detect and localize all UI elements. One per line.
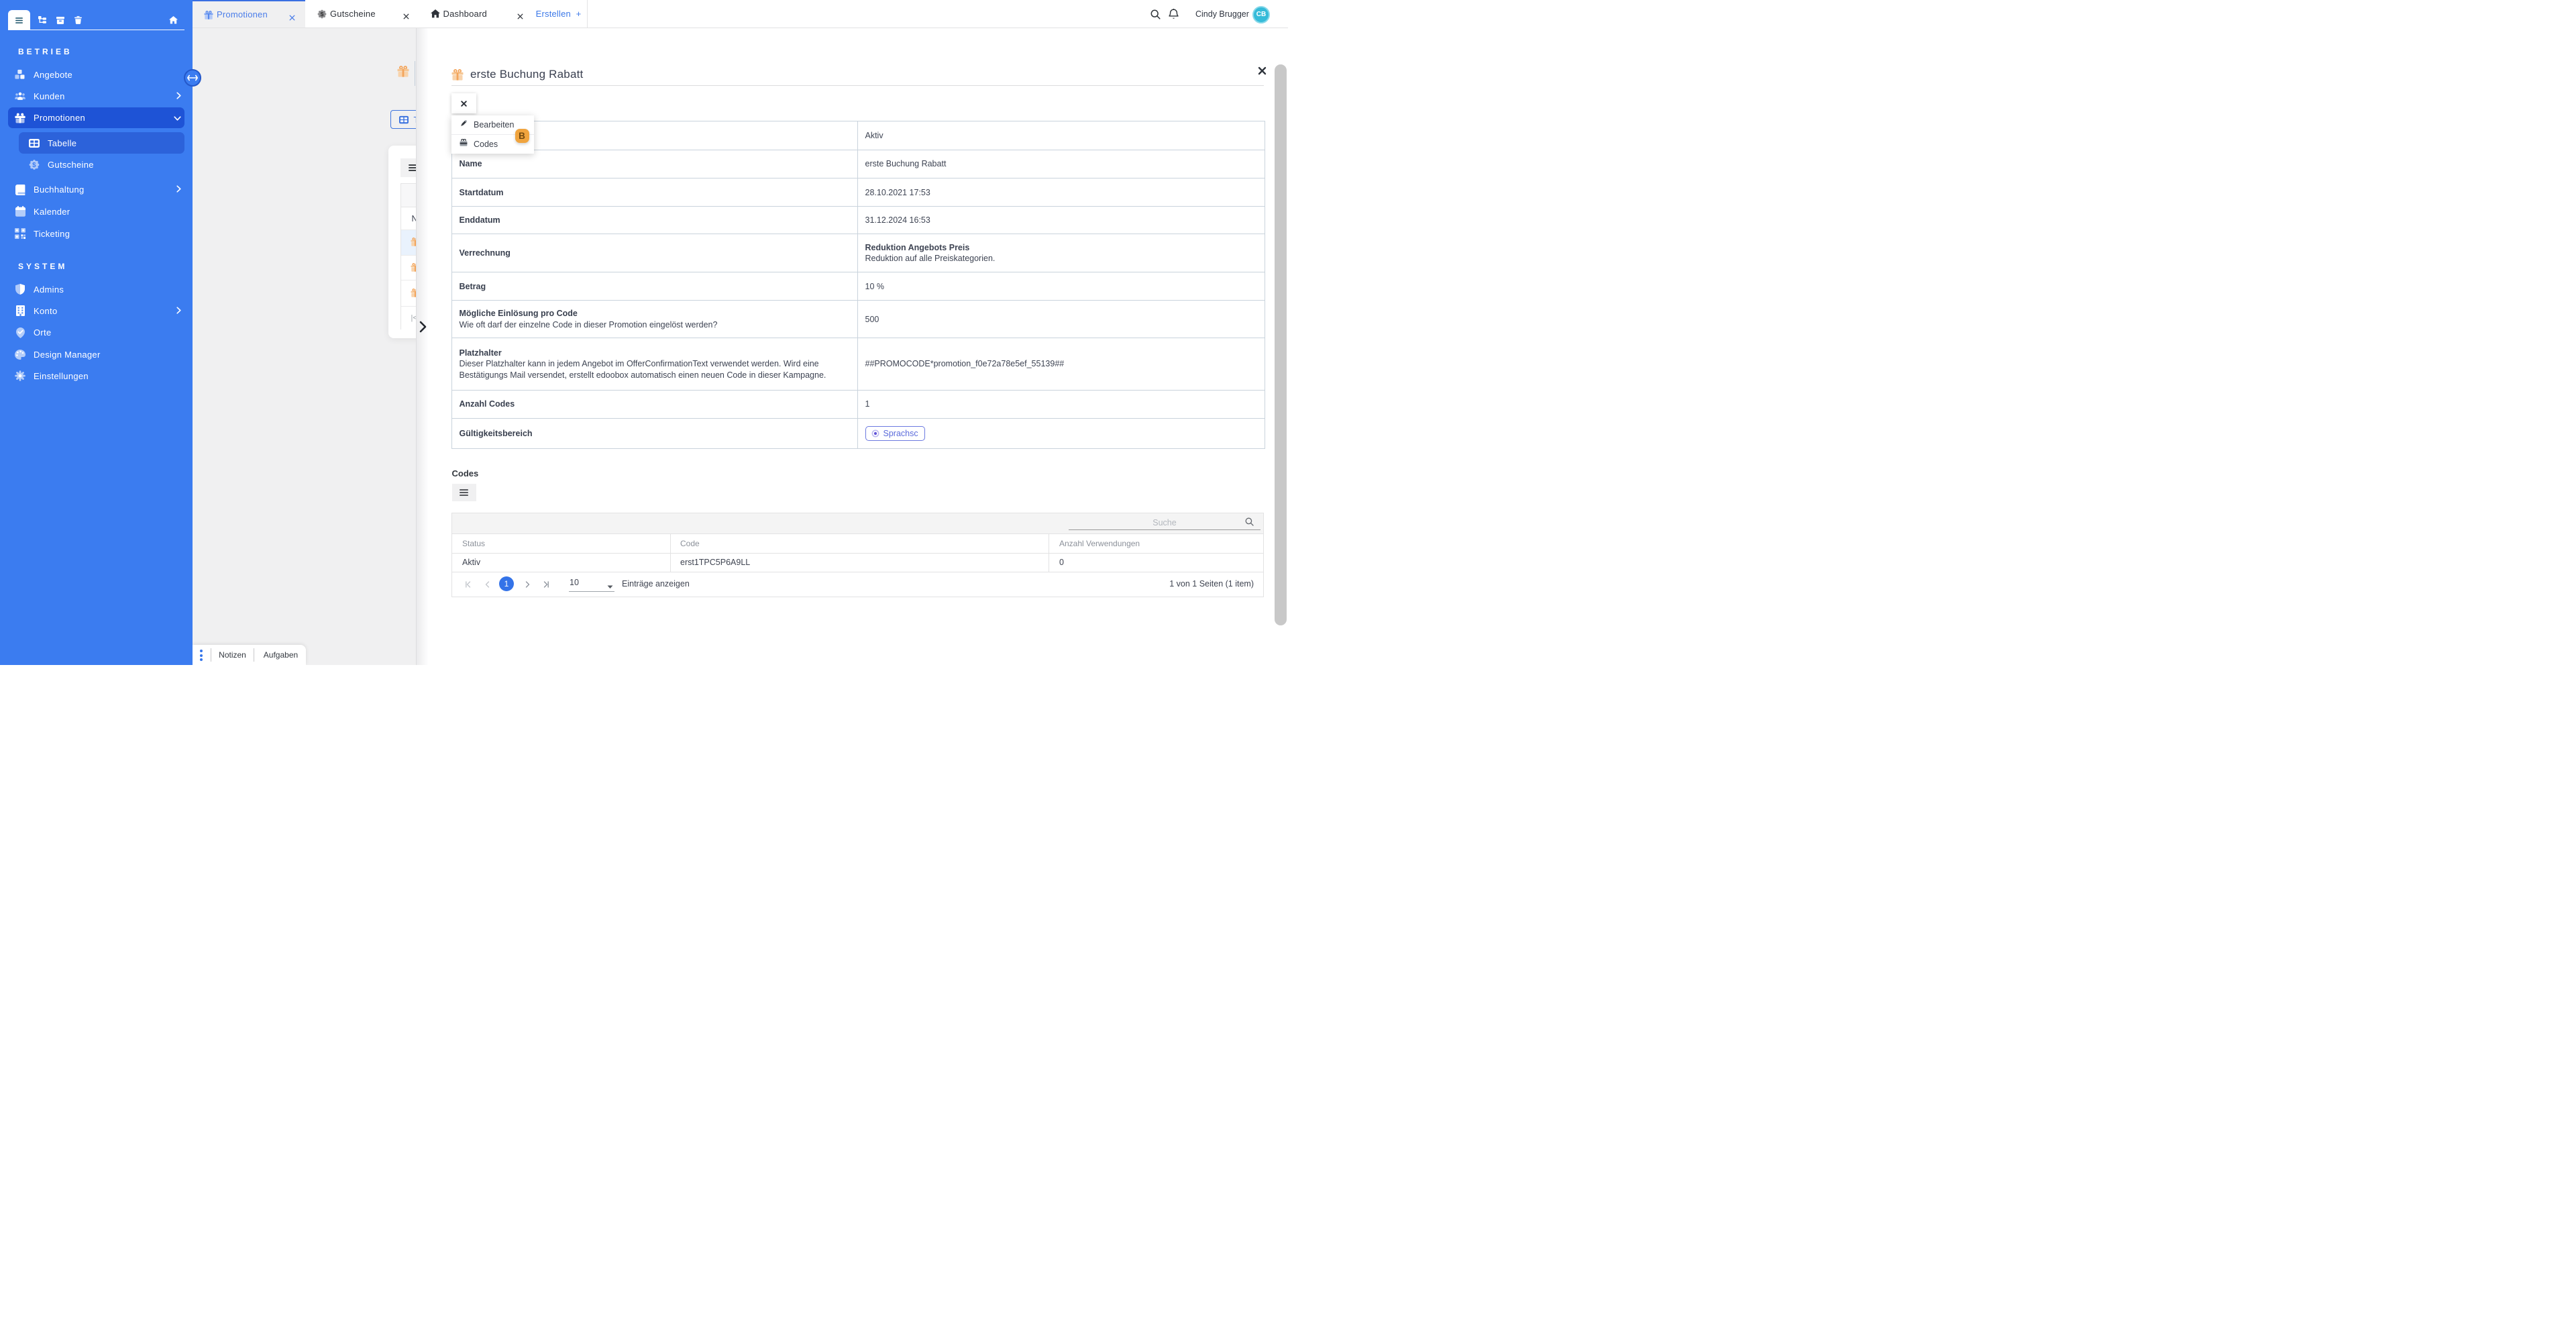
- svg-text:$: $: [321, 11, 324, 17]
- svg-text:$: $: [32, 162, 36, 169]
